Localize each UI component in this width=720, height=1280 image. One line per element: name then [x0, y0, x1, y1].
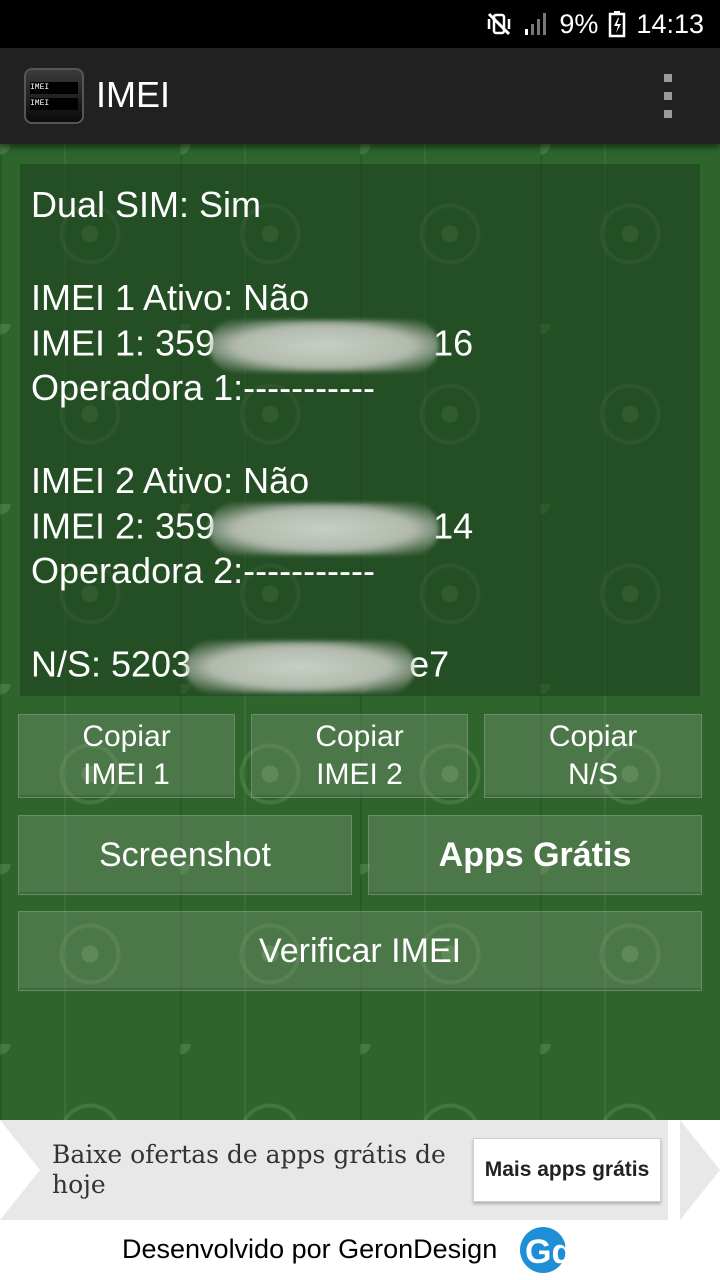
ad-right-arrow-icon [680, 1120, 720, 1220]
copy-ns-button[interactable]: Copiar N/S [484, 714, 702, 798]
copy-imei1-label-2: IMEI 1 [83, 758, 170, 791]
serial-suffix: e7 [409, 643, 450, 685]
verify-imei-button[interactable]: Verificar IMEI [18, 911, 702, 991]
imei2-prefix: IMEI 2: 359 [31, 505, 216, 547]
status-bar: 9% 14:13 [0, 0, 720, 48]
overflow-menu-icon[interactable] [656, 74, 680, 118]
ad-banner[interactable]: Baixe ofertas de apps grátis de hoje Mai… [0, 1120, 720, 1220]
imei2-active-line: IMEI 2 Ativo: Não [31, 460, 310, 501]
copy-imei1-label-1: Copiar [82, 720, 171, 753]
battery-icon [608, 10, 626, 38]
imei1-line: IMEI 1: 359 16 [31, 320, 700, 372]
copy-imei2-button[interactable]: Copiar IMEI 2 [251, 714, 468, 798]
logo-strip-1: IMEI 489288084 [30, 82, 78, 94]
battery-percent: 9% [559, 8, 599, 39]
logo-strip-2: IMEI 489288084 [30, 98, 78, 110]
device-info-panel: Dual SIM: Sim IMEI 1 Ativo: Não IMEI 1: … [20, 164, 700, 696]
imei2-line: IMEI 2: 359 14 [31, 503, 700, 555]
copy-ns-label-2: N/S [567, 758, 618, 791]
main-content: Dual SIM: Sim IMEI 1 Ativo: Não IMEI 1: … [0, 144, 720, 1120]
copy-imei2-label-1: Copiar [315, 720, 404, 753]
serial-prefix: N/S: 5203 [31, 643, 192, 685]
more-free-apps-button[interactable]: Mais apps grátis [473, 1138, 661, 1202]
redacted-blur [209, 503, 440, 555]
redacted-blur [185, 641, 416, 693]
serial-line: N/S: 5203 e7 [31, 641, 700, 693]
imei1-active-line: IMEI 1 Ativo: Não [31, 277, 310, 318]
app-logo-icon: IMEI 489288084 IMEI 489288084 [24, 68, 84, 124]
imei1-suffix: 16 [433, 322, 474, 364]
redacted-blur [209, 320, 440, 372]
app-title: IMEI [96, 74, 171, 115]
copy-ns-label-1: Copiar [548, 720, 638, 753]
developer-credit: Desenvolvido por GeronDesign [122, 1234, 498, 1264]
imei1-prefix: IMEI 1: 359 [31, 322, 216, 364]
status-time: 14:13 [636, 8, 704, 39]
status-icons: 9% 14:13 [485, 8, 704, 40]
gd-logo-text: Gd [525, 1233, 572, 1271]
gerondesign-logo-icon[interactable]: Gd [519, 1225, 581, 1275]
imei2-suffix: 14 [433, 505, 474, 547]
free-apps-button[interactable]: Apps Grátis [368, 815, 702, 895]
screenshot-button[interactable]: Screenshot [18, 815, 352, 895]
footer: Desenvolvido por GeronDesign Gd [0, 1220, 720, 1280]
app-bar: IMEI 489288084 IMEI 489288084 IMEI [0, 48, 720, 144]
mute-vibrate-icon [485, 10, 513, 38]
signal-icon [523, 11, 549, 37]
copy-imei2-label-2: IMEI 2 [316, 758, 403, 791]
copy-imei1-button[interactable]: Copiar IMEI 1 [18, 714, 235, 798]
ad-text: Baixe ofertas de apps grátis de hoje [52, 1140, 446, 1199]
ad-left-arrow-icon [0, 1120, 40, 1220]
dual-sim-line: Dual SIM: Sim [31, 184, 262, 225]
